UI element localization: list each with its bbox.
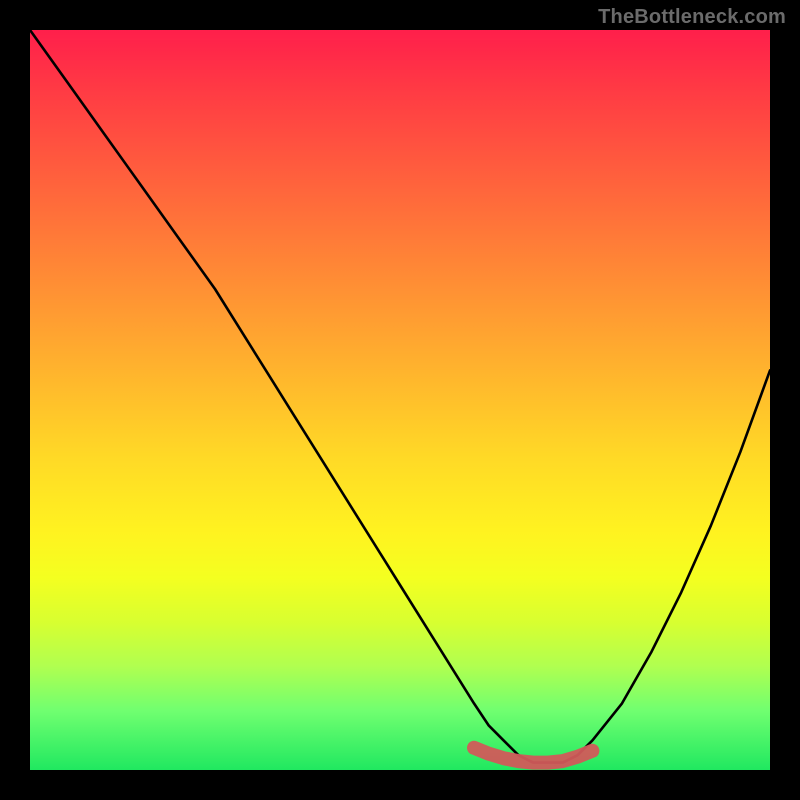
sweet-spot-curve (474, 748, 592, 763)
chart-stage: TheBottleneck.com (0, 0, 800, 800)
curve-layer (30, 30, 770, 770)
plot-area (30, 30, 770, 770)
watermark-label: TheBottleneck.com (598, 6, 786, 29)
main-curve (30, 30, 770, 763)
